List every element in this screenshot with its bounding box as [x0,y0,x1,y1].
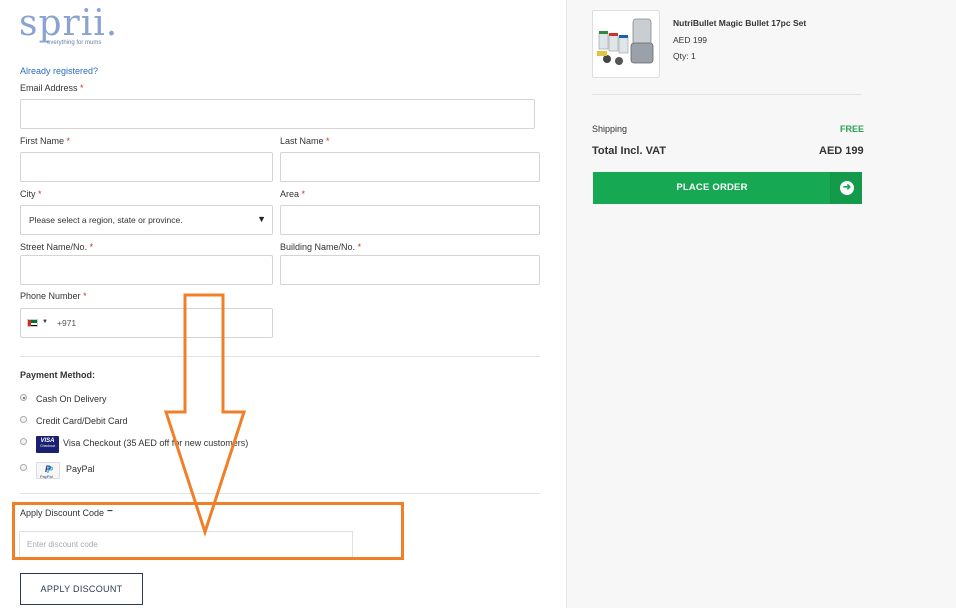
place-order-button[interactable]: PLACE ORDER ➜ [593,172,862,204]
paypal-logo-text: PayPal [40,474,53,479]
last-name-field[interactable] [280,152,540,182]
discount-code-input[interactable] [20,532,352,557]
phone-field[interactable]: ▼ +971 [20,308,273,338]
phone-prefix: +971 [57,318,77,328]
street-label-text: Street Name/No. [20,242,88,252]
city-label: City * [20,189,42,199]
required-mark: * [66,136,71,146]
sprii-logo[interactable]: sprii. everything for mums [19,3,119,47]
first-name-label: First Name * [20,136,70,146]
street-label: Street Name/No. * [20,242,93,252]
email-label-text: Email Address [20,83,78,93]
last-name-label-text: Last Name [280,136,324,146]
collapse-minus-icon[interactable]: − [107,506,113,517]
required-mark: * [357,242,362,252]
phone-label: Phone Number * [20,291,87,301]
required-mark: * [326,136,330,146]
required-mark: * [80,83,84,93]
shipping-label: Shipping [592,124,628,134]
total-label: Total Incl. VAT [592,145,666,157]
caret-down-icon: ▼ [257,214,266,224]
product-price: AED 199 [673,35,708,45]
uae-flag-icon[interactable] [27,319,38,327]
payment-option-label[interactable]: Cash On Delivery [36,394,107,404]
area-field[interactable] [280,205,540,235]
payment-option-label[interactable]: Visa Checkout (35 AED off for new custom… [63,438,248,448]
city-select-value: Please select a region, state or provinc… [29,215,183,225]
required-mark: * [38,189,42,199]
visa-logo-sub: Checkout [40,444,55,448]
already-registered-link[interactable]: Already registered? [20,66,98,76]
last-name-label: Last Name * [280,136,330,146]
country-caret-icon[interactable]: ▼ [42,319,48,325]
paypal-logo: P P PayPal [36,462,60,479]
product-name[interactable]: NutriBullet Magic Bullet 17pc Set [673,18,806,28]
payment-method-title: Payment Method: [20,370,96,380]
arrow-right-circle-icon: ➜ [840,181,854,195]
phone-label-text: Phone Number [20,291,81,301]
apply-discount-toggle[interactable]: Apply Discount Code [20,508,104,518]
logo-wordmark: sprii. [19,3,119,44]
first-name-label-text: First Name [20,136,65,146]
required-mark: * [89,242,94,252]
radio-cash-on-delivery[interactable] [20,394,27,401]
email-label: Email Address * [20,83,84,93]
divider [592,94,862,95]
building-label-text: Building Name/No. [280,242,356,252]
required-mark: * [301,189,306,199]
required-mark: * [83,291,87,301]
email-field[interactable] [20,99,535,129]
place-order-label: PLACE ORDER [676,182,748,193]
product-thumbnail[interactable] [592,10,660,78]
logo-tagline: everything for mums [47,40,102,46]
product-qty: Qty: 1 [673,51,696,61]
total-value: AED 199 [819,145,864,157]
payment-option-label[interactable]: Credit Card/Debit Card [36,416,128,426]
building-label: Building Name/No. * [280,242,361,252]
radio-credit-card[interactable] [20,416,27,423]
order-summary-panel [566,0,956,608]
radio-paypal[interactable] [20,464,27,471]
blender-product-icon [597,18,654,65]
shipping-value: FREE [840,124,865,134]
radio-visa-checkout[interactable] [20,438,27,445]
apply-discount-button[interactable]: APPLY DISCOUNT [20,573,143,605]
payment-option-label[interactable]: PayPal [66,464,95,474]
city-label-text: City [20,189,36,199]
divider [20,356,540,357]
area-label-text: Area [280,189,300,199]
area-label: Area * [280,189,305,199]
checkout-form-panel: sprii. everything for mums Already regis… [0,0,566,608]
visa-checkout-logo: VISA Checkout [36,436,59,453]
divider [20,493,540,494]
discount-code-input-wrapper [19,531,353,558]
first-name-field[interactable] [20,152,273,182]
building-field[interactable] [280,255,540,285]
street-field[interactable] [20,255,273,285]
city-select[interactable]: Please select a region, state or provinc… [20,205,273,235]
